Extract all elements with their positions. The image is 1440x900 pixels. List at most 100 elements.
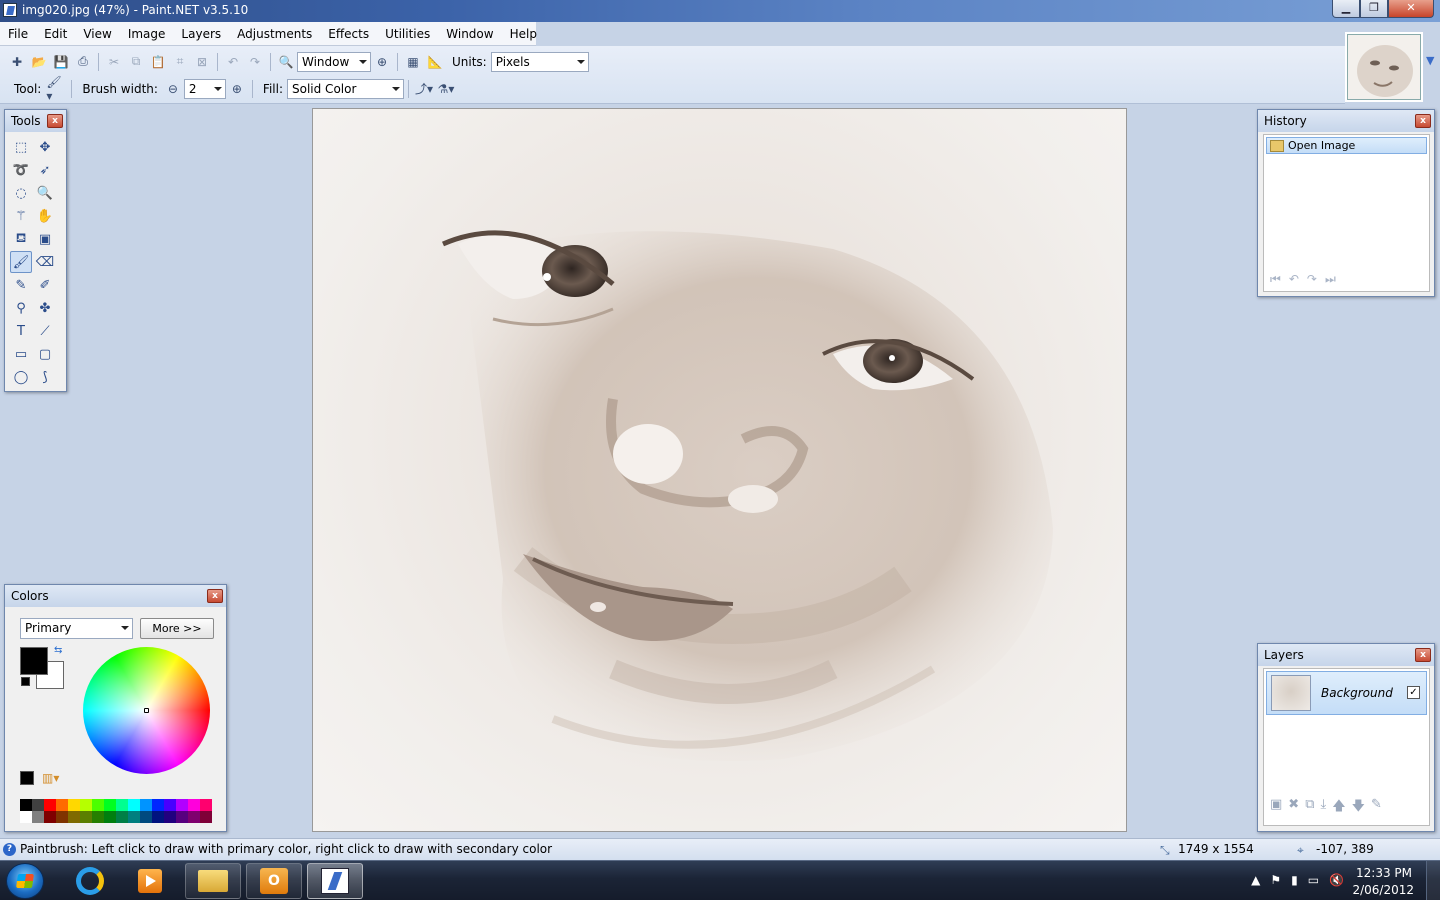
- palette-swatch[interactable]: [128, 799, 140, 811]
- action-center-flag-icon[interactable]: ⚑: [1270, 873, 1281, 887]
- lasso-select-icon[interactable]: ➰: [10, 159, 32, 181]
- close-icon[interactable]: x: [207, 589, 223, 603]
- clone-stamp-icon[interactable]: ⚲: [10, 297, 32, 319]
- layer-properties-icon[interactable]: ✎: [1371, 797, 1382, 819]
- paintbrush-tool-dropdown-icon[interactable]: 🖌▾: [46, 75, 66, 103]
- paintbrush-icon[interactable]: 🖌: [10, 251, 32, 273]
- zoom-in-icon[interactable]: ⊕: [372, 52, 392, 72]
- zoom-out-icon[interactable]: 🔍: [276, 52, 296, 72]
- new-file-icon[interactable]: ✚: [7, 52, 27, 72]
- network-icon[interactable]: ▭: [1308, 873, 1319, 887]
- add-layer-icon[interactable]: ▣: [1270, 797, 1282, 819]
- merge-layer-down-icon[interactable]: ⤓: [1321, 797, 1327, 819]
- fill-combo[interactable]: Solid Color: [287, 78, 404, 99]
- color-wheel-marker[interactable]: [144, 708, 149, 713]
- layer-visibility-checkbox[interactable]: ✓: [1407, 686, 1420, 699]
- tools-window-titlebar[interactable]: Tools x: [5, 110, 66, 132]
- palette-swatch[interactable]: [32, 811, 44, 823]
- delete-layer-icon[interactable]: ✖: [1288, 797, 1299, 819]
- increase-width-icon[interactable]: ⊕: [227, 79, 247, 99]
- recolor-icon[interactable]: ✤: [34, 297, 56, 319]
- brush-width-combo[interactable]: 2: [183, 78, 226, 99]
- close-button[interactable]: ✕: [1388, 0, 1434, 18]
- palette-swatch[interactable]: [164, 799, 176, 811]
- antialiasing-icon[interactable]: ⤴▾: [414, 79, 434, 99]
- color-mode-combo[interactable]: Primary: [20, 618, 133, 639]
- palette-swatch[interactable]: [92, 799, 104, 811]
- close-icon[interactable]: x: [1415, 114, 1431, 128]
- fast-forward-icon[interactable]: ⏭: [1325, 272, 1336, 287]
- menu-window[interactable]: Window: [438, 22, 501, 46]
- move-layer-down-icon[interactable]: 🡇: [1352, 797, 1365, 819]
- taskbar-outlook[interactable]: O: [246, 863, 302, 899]
- redo-icon[interactable]: ↷: [1307, 272, 1317, 287]
- image-thumbnail[interactable]: [1347, 34, 1421, 100]
- palette-swatch[interactable]: [104, 811, 116, 823]
- palette-swatch[interactable]: [32, 799, 44, 811]
- palette-swatch[interactable]: [176, 811, 188, 823]
- pan-icon[interactable]: ✋: [34, 205, 56, 227]
- ellipse-icon[interactable]: ◯: [10, 366, 32, 388]
- palette-swatch[interactable]: [200, 811, 212, 823]
- rounded-rectangle-icon[interactable]: ▢: [34, 343, 56, 365]
- palette-swatch[interactable]: [80, 811, 92, 823]
- palette-swatch[interactable]: [140, 799, 152, 811]
- gradient-icon[interactable]: ▣: [34, 228, 56, 250]
- maximize-button[interactable]: ❐: [1360, 0, 1388, 18]
- swap-colors-icon[interactable]: ⇆: [54, 645, 62, 656]
- move-layer-up-icon[interactable]: 🡅: [1332, 797, 1345, 819]
- palette-swatch[interactable]: [200, 799, 212, 811]
- palette-swatch[interactable]: [20, 811, 32, 823]
- colors-window-titlebar[interactable]: Colors x: [5, 585, 226, 607]
- line-curve-icon[interactable]: ⟋: [34, 320, 56, 342]
- undo-icon[interactable]: ↶: [1289, 272, 1299, 287]
- palette-swatch[interactable]: [104, 799, 116, 811]
- palette-swatch[interactable]: [20, 799, 32, 811]
- volume-muted-icon[interactable]: 🔇: [1329, 873, 1344, 887]
- palette-swatch[interactable]: [164, 811, 176, 823]
- redo-icon[interactable]: ↷: [245, 52, 265, 72]
- duplicate-layer-icon[interactable]: ⧉: [1305, 797, 1314, 819]
- palette-swatch[interactable]: [44, 799, 56, 811]
- history-item[interactable]: Open Image: [1266, 137, 1427, 154]
- crop-to-selection-icon[interactable]: ⌗: [170, 52, 190, 72]
- title-bar[interactable]: img020.jpg (47%) - Paint.NET v3.5.10 ▁ ❐…: [0, 0, 1440, 22]
- taskbar-paint-net[interactable]: [307, 863, 363, 899]
- palette-swatch[interactable]: [140, 811, 152, 823]
- taskbar-internet-explorer[interactable]: [62, 863, 118, 899]
- move-selection-icon[interactable]: ➶: [34, 159, 56, 181]
- pencil-icon[interactable]: ✎: [10, 274, 32, 296]
- close-icon[interactable]: x: [1415, 648, 1431, 662]
- deselect-icon[interactable]: ⊠: [192, 52, 212, 72]
- menu-file[interactable]: File: [0, 22, 36, 46]
- show-hidden-icons-icon[interactable]: ▲: [1251, 873, 1260, 887]
- taskbar-windows-explorer[interactable]: [185, 863, 241, 899]
- palette-swatch[interactable]: [56, 811, 68, 823]
- rectangle-icon[interactable]: ▭: [10, 343, 32, 365]
- paint-bucket-icon[interactable]: ⛾: [10, 228, 32, 250]
- eraser-icon[interactable]: ⌫: [34, 251, 56, 273]
- image-canvas[interactable]: [312, 108, 1127, 832]
- palette-swatch[interactable]: [152, 811, 164, 823]
- close-icon[interactable]: x: [47, 114, 63, 128]
- undo-icon[interactable]: ↶: [223, 52, 243, 72]
- history-window-titlebar[interactable]: History x: [1258, 110, 1434, 132]
- color-picker-icon[interactable]: ✐: [34, 274, 56, 296]
- palette-swatch[interactable]: [116, 799, 128, 811]
- cut-icon[interactable]: ✂: [104, 52, 124, 72]
- menu-effects[interactable]: Effects: [320, 22, 377, 46]
- paste-icon[interactable]: 📋: [148, 52, 168, 72]
- more-colors-button[interactable]: More >>: [140, 618, 214, 639]
- add-to-palette-icon[interactable]: [20, 771, 34, 785]
- menu-layers[interactable]: Layers: [173, 22, 229, 46]
- menu-adjustments[interactable]: Adjustments: [229, 22, 320, 46]
- magic-wand-icon[interactable]: ⚚: [10, 205, 32, 227]
- print-icon[interactable]: ⎙: [73, 52, 93, 72]
- palette-swatch[interactable]: [92, 811, 104, 823]
- palette-swatch[interactable]: [80, 799, 92, 811]
- menu-utilities[interactable]: Utilities: [377, 22, 438, 46]
- show-desktop-button[interactable]: [1426, 861, 1440, 900]
- minimize-button[interactable]: ▁: [1332, 0, 1360, 18]
- palette-swatch[interactable]: [56, 799, 68, 811]
- menu-view[interactable]: View: [75, 22, 119, 46]
